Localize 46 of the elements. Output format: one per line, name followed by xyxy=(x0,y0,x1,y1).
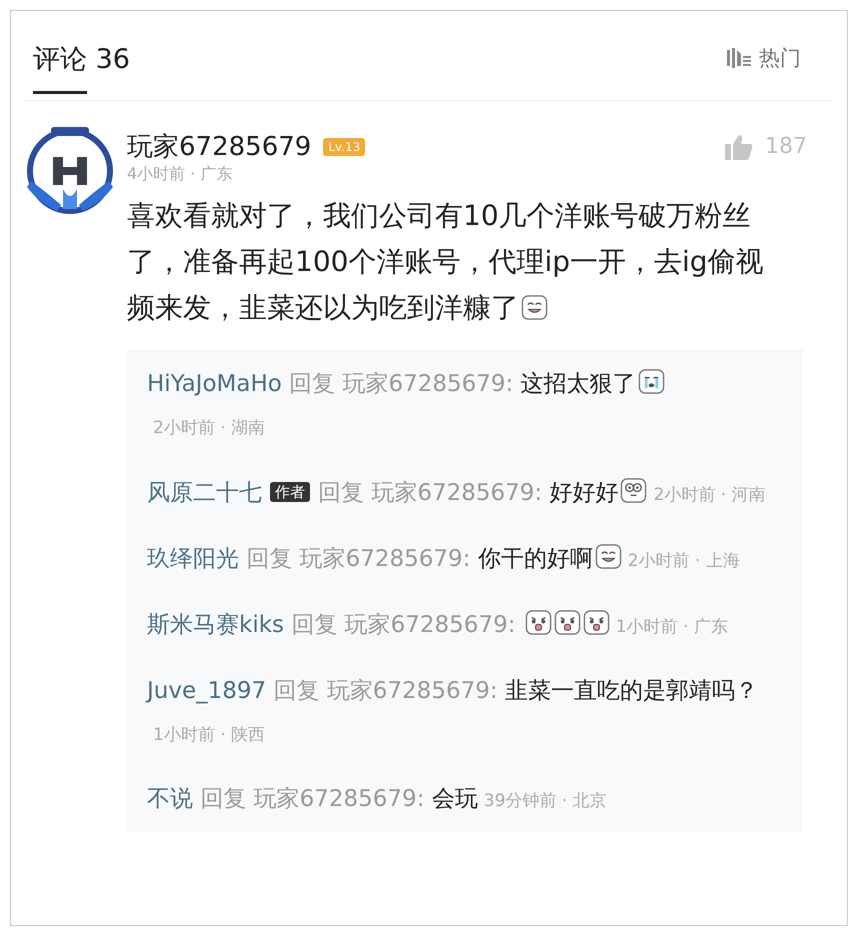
shock-face-icon xyxy=(554,609,581,636)
reply-target[interactable]: 玩家67285679: xyxy=(300,546,470,572)
comment-time: 4小时前 · 广东 xyxy=(127,164,234,185)
reply-text: 会玩 xyxy=(432,786,478,812)
reply-target[interactable]: 玩家67285679: xyxy=(342,371,514,397)
reply-text: 韭菜一直吃的是郭靖吗？ xyxy=(504,678,758,704)
reply-target[interactable]: 玩家67285679: xyxy=(371,480,542,506)
reply-text: 这招太狠了 xyxy=(520,371,636,397)
reply-target[interactable]: 玩家67285679: xyxy=(254,786,424,812)
reply-label: 回复 xyxy=(318,480,364,506)
comments-title: 评论 36 xyxy=(33,43,130,77)
reply-label: 回复 xyxy=(273,678,320,704)
author-badge: 作者 xyxy=(270,482,310,502)
smile-face-icon xyxy=(594,543,622,570)
reply-label: 回复 xyxy=(200,786,246,812)
reply-author[interactable]: HiYaJoMaHo xyxy=(147,371,282,397)
reply-time: 2小时前 · 上海 xyxy=(628,551,740,571)
reply-author[interactable]: 风原二十七 xyxy=(147,480,262,506)
reply-label: 回复 xyxy=(289,371,336,397)
comment-text: 喜欢看就对了，我们公司有10几个洋账号破万粉丝了，准备再起100个洋账号，代理ip一开，去ig偷视频来发，韭菜还以为吃到洋糠了 xyxy=(127,198,765,326)
thumbs-up-icon[interactable] xyxy=(723,132,755,160)
shock-face-icon xyxy=(524,609,552,636)
reply-target[interactable]: 玩家67285679: xyxy=(326,678,498,704)
reply-time: 1小时前 · 广东 xyxy=(616,617,728,637)
sort-icon xyxy=(725,46,753,70)
level-badge: Lv.13 xyxy=(323,138,366,156)
reply-time: 39分钟前 · 北京 xyxy=(484,791,607,811)
cry-face-icon xyxy=(638,368,665,395)
shock-face-icon xyxy=(582,609,610,636)
reply-author[interactable]: Juve_1897 xyxy=(147,678,266,704)
username[interactable]: 玩家67285679 xyxy=(127,129,312,164)
reply-time: 2小时前 · 河南 xyxy=(653,485,766,505)
reply-text: 好好好 xyxy=(549,480,618,506)
reply-author[interactable]: 不说 xyxy=(147,786,193,812)
reply-author[interactable]: 斯米马赛kiks xyxy=(147,612,284,638)
reply-author[interactable]: 玖绎阳光 xyxy=(147,546,239,572)
reply-label: 回复 xyxy=(291,612,338,638)
dizzy-face-icon xyxy=(620,477,648,504)
reply-time: 2小时前 · 湖南 xyxy=(153,418,266,438)
like-count: 187 xyxy=(765,134,807,159)
reply-target[interactable]: 玩家67285679: xyxy=(344,612,516,638)
reply-label: 回复 xyxy=(246,546,292,572)
smile-face-icon xyxy=(521,294,548,321)
sort-label[interactable]: 热门 xyxy=(759,44,801,72)
reply-text: 你干的好啊 xyxy=(478,546,593,572)
reply-time: 1小时前 · 陕西 xyxy=(153,725,266,745)
